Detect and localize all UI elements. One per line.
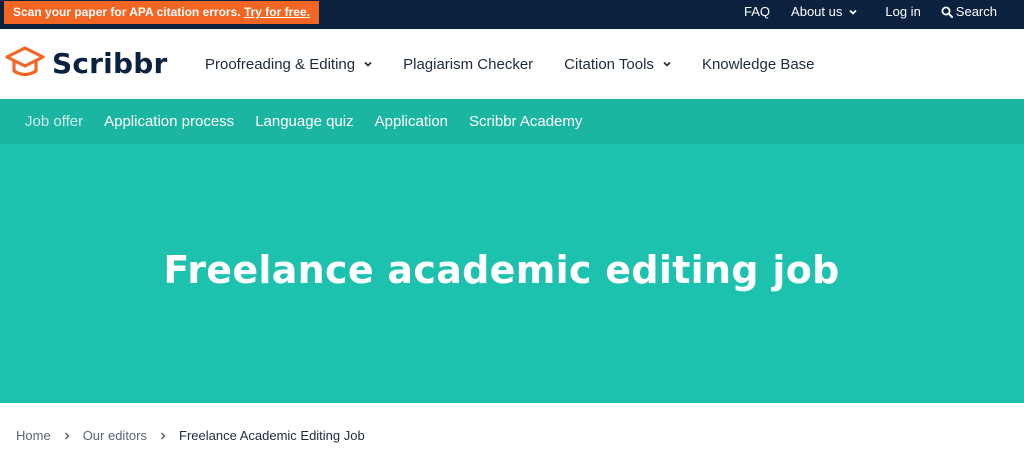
- scribbr-logo[interactable]: Scribbr: [4, 45, 167, 81]
- about-us-menu[interactable]: About us: [791, 0, 858, 24]
- nav-citation-tools[interactable]: Citation Tools: [564, 56, 672, 73]
- search-label: Search: [955, 4, 997, 19]
- search-link[interactable]: Search: [941, 0, 997, 24]
- breadcrumb-current: Freelance Academic Editing Job: [179, 428, 365, 443]
- nav-citation-label: Citation Tools: [564, 55, 654, 73]
- logo-wordmark: Scribbr: [52, 46, 168, 80]
- chevron-right-icon: [160, 431, 166, 440]
- nav-knowledge-base[interactable]: Knowledge Base: [702, 56, 815, 73]
- subnav-job-offer[interactable]: Job offer: [25, 113, 83, 130]
- top-nav: FAQ About us Log in Search: [744, 0, 997, 24]
- chevron-down-icon: [364, 61, 372, 67]
- subnav-application[interactable]: Application: [375, 113, 448, 130]
- promo-text: Scan your paper for APA citation errors.: [13, 5, 241, 19]
- chevron-down-icon: [849, 9, 858, 15]
- hero-banner: Freelance academic editing job: [0, 144, 1024, 403]
- login-link[interactable]: Log in: [885, 0, 920, 24]
- graduation-cap-logo-icon: [5, 46, 45, 77]
- subnav-scribbr-academy[interactable]: Scribbr Academy: [469, 113, 582, 130]
- top-bar: Scan your paper for APA citation errors.…: [0, 0, 1024, 29]
- site-header: Scribbr Proofreading & Editing Plagiaris…: [0, 29, 1024, 99]
- nav-plagiarism-checker[interactable]: Plagiarism Checker: [403, 56, 533, 73]
- breadcrumb: Home Our editors Freelance Academic Edit…: [16, 428, 365, 443]
- breadcrumb-our-editors[interactable]: Our editors: [83, 428, 147, 443]
- main-nav: Proofreading & Editing Plagiarism Checke…: [205, 29, 815, 99]
- chevron-right-icon: [64, 431, 70, 440]
- faq-link[interactable]: FAQ: [744, 0, 770, 24]
- promo-banner[interactable]: Scan your paper for APA citation errors.…: [4, 1, 319, 24]
- breadcrumb-home[interactable]: Home: [16, 428, 51, 443]
- chevron-down-icon: [663, 61, 671, 67]
- subnav-language-quiz[interactable]: Language quiz: [255, 113, 353, 130]
- search-icon: [941, 6, 953, 18]
- sub-nav: Job offer Application process Language q…: [0, 99, 1024, 144]
- subnav-application-process[interactable]: Application process: [104, 113, 234, 130]
- nav-proofreading-editing[interactable]: Proofreading & Editing: [205, 56, 373, 73]
- nav-proofreading-label: Proofreading & Editing: [205, 55, 356, 73]
- promo-link[interactable]: Try for free.: [244, 5, 310, 19]
- about-us-label: About us: [791, 4, 843, 19]
- page-title: Freelance academic editing job: [163, 248, 840, 292]
